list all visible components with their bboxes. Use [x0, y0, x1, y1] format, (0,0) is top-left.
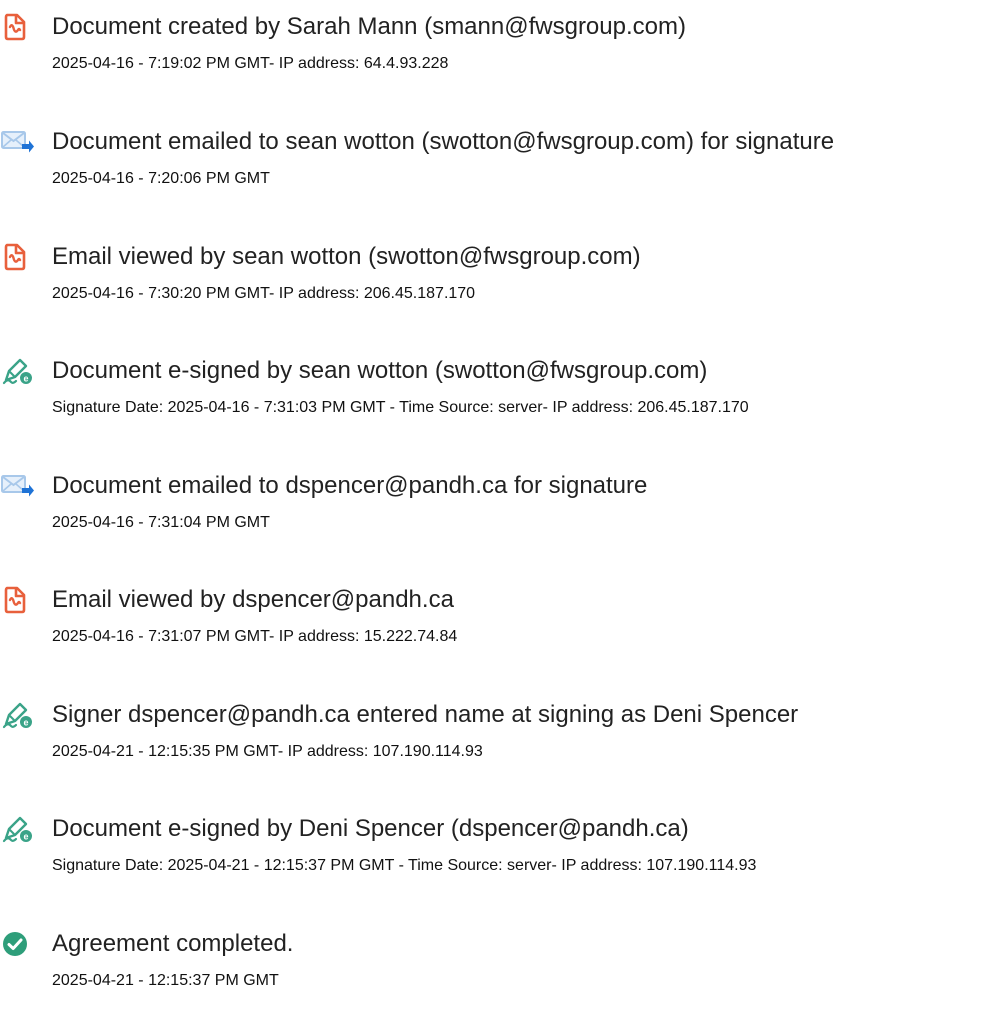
event-detail: 2025-04-16 - 7:19:02 PM GMT- IP address:… — [52, 55, 449, 72]
audit-event: Document created by Sarah Mann (smann@fw… — [0, 12, 994, 102]
event-title: Email viewed by sean wotton (swotton@fws… — [52, 243, 641, 270]
audit-event: e Signer dspencer@pandh.ca entered name … — [0, 700, 994, 790]
svg-text:e: e — [23, 832, 28, 842]
event-title: Email viewed by dspencer@pandh.ca — [52, 586, 454, 613]
event-title: Document e-signed by sean wotton (swotto… — [52, 357, 708, 384]
audit-event: Document emailed to sean wotton (swotton… — [0, 127, 994, 217]
audit-event: Document emailed to dspencer@pandh.ca fo… — [0, 471, 994, 561]
check-circle-icon — [0, 929, 36, 959]
event-detail: Signature Date: 2025-04-16 - 7:31:03 PM … — [52, 399, 749, 416]
esign-pen-icon: e — [0, 356, 36, 386]
event-title: Document emailed to sean wotton (swotton… — [52, 128, 835, 155]
document-icon — [0, 12, 36, 42]
event-title: Document e-signed by Deni Spencer (dspen… — [52, 815, 689, 842]
email-icon — [0, 127, 36, 157]
audit-event: Email viewed by dspencer@pandh.ca 2025-0… — [0, 585, 994, 675]
document-icon — [0, 242, 36, 272]
esign-pen-icon: e — [0, 700, 36, 730]
svg-text:e: e — [23, 718, 28, 728]
event-detail: 2025-04-16 - 7:20:06 PM GMT — [52, 170, 270, 187]
email-icon — [0, 471, 36, 501]
esign-pen-icon: e — [0, 814, 36, 844]
svg-text:e: e — [23, 374, 28, 384]
event-detail: 2025-04-21 - 12:15:37 PM GMT — [52, 972, 279, 989]
event-detail: 2025-04-16 - 7:31:07 PM GMT- IP address:… — [52, 628, 458, 645]
event-detail: 2025-04-16 - 7:30:20 PM GMT- IP address:… — [52, 285, 476, 302]
event-title: Signer dspencer@pandh.ca entered name at… — [52, 701, 799, 728]
audit-event: Agreement completed. 2025-04-21 - 12:15:… — [0, 929, 994, 1019]
audit-event: Email viewed by sean wotton (swotton@fws… — [0, 242, 994, 332]
event-detail: 2025-04-21 - 12:15:35 PM GMT- IP address… — [52, 743, 483, 760]
audit-event: e Document e-signed by sean wotton (swot… — [0, 356, 994, 446]
event-detail: Signature Date: 2025-04-21 - 12:15:37 PM… — [52, 857, 757, 874]
document-icon — [0, 585, 36, 615]
event-detail: 2025-04-16 - 7:31:04 PM GMT — [52, 514, 270, 531]
audit-event: e Document e-signed by Deni Spencer (dsp… — [0, 814, 994, 904]
event-title: Agreement completed. — [52, 930, 294, 957]
event-title: Document emailed to dspencer@pandh.ca fo… — [52, 472, 648, 499]
event-title: Document created by Sarah Mann (smann@fw… — [52, 13, 686, 40]
